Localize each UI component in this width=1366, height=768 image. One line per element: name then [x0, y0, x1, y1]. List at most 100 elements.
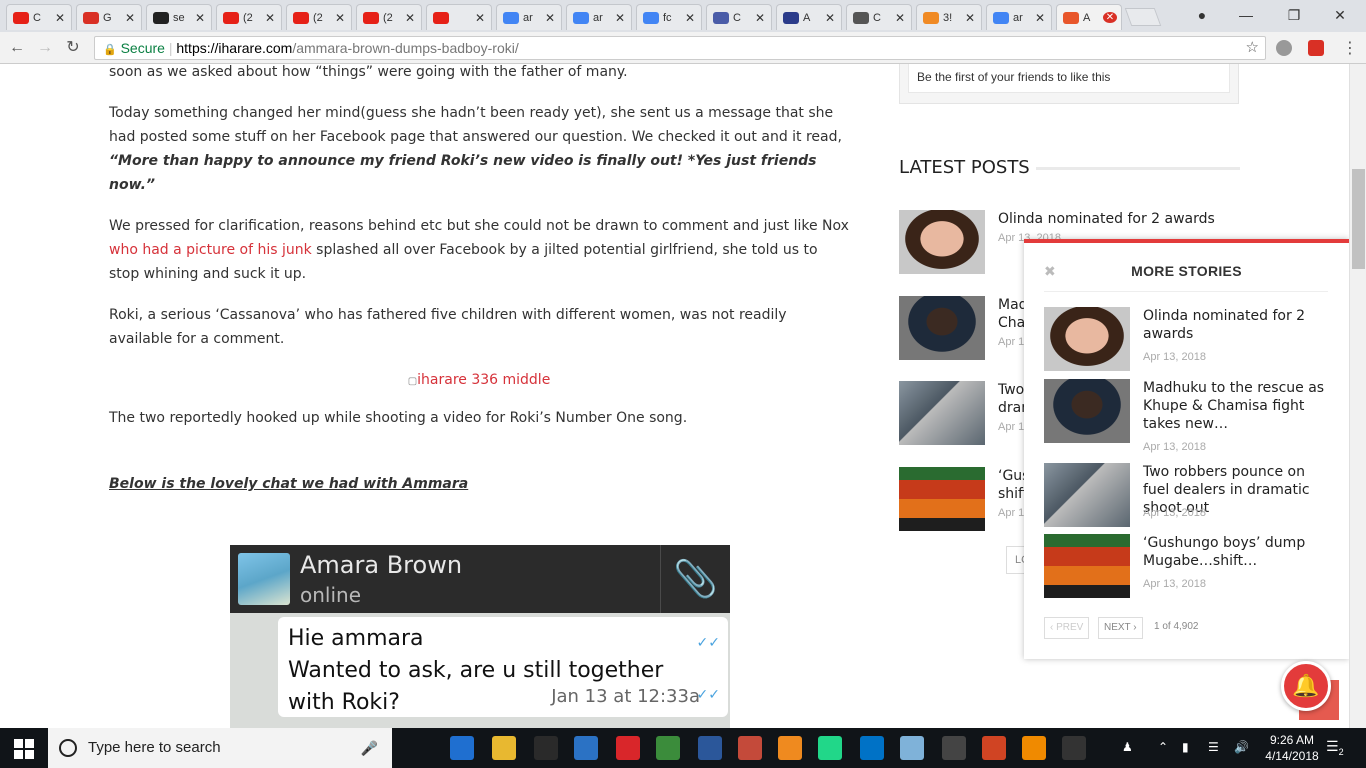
close-tab-icon[interactable]: ✕ — [1033, 11, 1047, 25]
close-tab-icon[interactable]: ✕ — [823, 11, 837, 25]
her-icon — [923, 11, 939, 24]
browser-tab[interactable]: A ✕ — [1056, 4, 1122, 30]
close-tab-icon[interactable]: ✕ — [683, 11, 697, 25]
file-explorer-icon[interactable] — [492, 736, 516, 760]
facebook-like-box: Be the first of your friends to like thi… — [899, 64, 1239, 104]
close-tab-icon[interactable]: ✕ — [193, 11, 207, 25]
story-thumbnail[interactable] — [1044, 307, 1130, 371]
mail-icon[interactable] — [534, 736, 558, 760]
chrome-icon[interactable] — [656, 736, 680, 760]
scrollbar-thumb[interactable] — [1352, 169, 1365, 269]
browser-tab[interactable]: C ✕ — [6, 4, 72, 30]
browser-toolbar: ← → ↻ 🔒 Secure | https://iharare.com/amm… — [0, 32, 1366, 64]
reload-button[interactable]: ↻ — [62, 38, 84, 58]
opera-icon[interactable] — [616, 736, 640, 760]
article-link[interactable]: who had a picture of his junk — [109, 242, 312, 258]
close-tab-icon[interactable]: ✕ — [963, 11, 977, 25]
close-tab-icon[interactable]: ✕ — [263, 11, 277, 25]
browser-tab[interactable]: 3! ✕ — [916, 4, 982, 30]
close-tab-icon[interactable]: ✕ — [613, 11, 627, 25]
story-thumbnail[interactable] — [1044, 534, 1130, 598]
post-thumbnail[interactable] — [899, 467, 985, 531]
outlook-icon[interactable] — [860, 736, 884, 760]
back-button[interactable]: ← — [6, 38, 28, 58]
task-view-icon[interactable] — [402, 736, 426, 760]
post-thumbnail[interactable] — [899, 210, 985, 274]
close-tab-icon[interactable]: ✕ — [53, 11, 67, 25]
page-scrollbar[interactable] — [1349, 64, 1366, 728]
menu-icon[interactable]: ⋮ — [1342, 38, 1358, 58]
notification-bell-icon[interactable]: 🔔 — [1281, 661, 1331, 711]
volume-icon[interactable]: 🔊 — [1234, 740, 1249, 754]
next-button[interactable]: NEXT › — [1098, 617, 1143, 639]
bookmark-star-icon[interactable]: ☆ — [1246, 37, 1259, 59]
close-tab-icon[interactable]: ✕ — [403, 11, 417, 25]
close-tab-icon[interactable]: ✕ — [1103, 12, 1117, 23]
chat-timestamp: Jan 13 at 12:33a — [551, 686, 700, 707]
post-thumbnail[interactable] — [899, 296, 985, 360]
close-tab-icon[interactable]: ✕ — [753, 11, 767, 25]
close-tab-icon[interactable]: ✕ — [123, 11, 137, 25]
browser-tab[interactable]: (2 ✕ — [286, 4, 352, 30]
story-title[interactable]: ‘Gushungo boys’ dump Mugabe…shift… — [1143, 534, 1333, 570]
extension-icon[interactable] — [1276, 40, 1292, 56]
browser-tab[interactable]: ar ✕ — [566, 4, 632, 30]
paint-icon[interactable] — [738, 736, 762, 760]
microphone-icon[interactable]: 🎤 — [361, 728, 378, 768]
close-tab-icon[interactable]: ✕ — [893, 11, 907, 25]
browser-tab[interactable]: A ✕ — [776, 4, 842, 30]
browser-tab[interactable]: C ✕ — [706, 4, 772, 30]
story-title[interactable]: Olinda nominated for 2 awards — [1143, 307, 1333, 343]
profile-icon[interactable]: ● — [1182, 4, 1222, 26]
terminal-icon[interactable] — [1062, 736, 1086, 760]
pycharm-icon[interactable] — [818, 736, 842, 760]
story-thumbnail[interactable] — [1044, 463, 1130, 527]
taskbar-search-input[interactable]: Type here to search 🎤 — [48, 728, 392, 768]
restore-button[interactable]: ❐ — [1274, 4, 1314, 26]
post-thumbnail[interactable] — [899, 381, 985, 445]
show-hidden-icons[interactable]: ⌃ — [1158, 740, 1168, 754]
forward-button[interactable]: → — [34, 38, 56, 58]
address-bar[interactable]: 🔒 Secure | https://iharare.com/ammara-br… — [94, 36, 1266, 60]
sublime-icon[interactable] — [778, 736, 802, 760]
action-center-icon[interactable]: ☰2 — [1326, 738, 1344, 757]
browser-tab[interactable]: se ✕ — [146, 4, 212, 30]
new-tab-button[interactable] — [1124, 8, 1162, 26]
ad-image-placeholder[interactable]: ▢iharare 336 middle — [109, 368, 849, 394]
post-title[interactable]: Two — [998, 381, 1024, 399]
photos-icon[interactable] — [942, 736, 966, 760]
powerpoint-icon[interactable] — [982, 736, 1006, 760]
story-thumbnail[interactable] — [1044, 379, 1130, 443]
wifi-icon[interactable]: ☰ — [1208, 740, 1219, 754]
extension-badge-icon[interactable] — [1308, 40, 1324, 56]
browser-tab[interactable]: ✕ — [426, 4, 492, 30]
browser-tab[interactable]: G ✕ — [76, 4, 142, 30]
people-icon[interactable]: ♟ — [1122, 740, 1133, 754]
close-window-button[interactable]: ✕ — [1320, 4, 1360, 26]
close-tab-icon[interactable]: ✕ — [473, 11, 487, 25]
post-title[interactable]: Cha — [998, 314, 1025, 332]
post-title[interactable]: Olinda nominated for 2 awards — [998, 210, 1215, 228]
word-icon[interactable] — [698, 736, 722, 760]
browser-tab[interactable]: fc ✕ — [636, 4, 702, 30]
edge-icon[interactable] — [450, 736, 474, 760]
browser-tab[interactable]: (2 ✕ — [356, 4, 422, 30]
browser-tab[interactable]: ar ✕ — [496, 4, 562, 30]
browser-tab[interactable]: C ✕ — [846, 4, 912, 30]
prev-button[interactable]: ‹ PREV — [1044, 617, 1090, 639]
photoshop-express-icon[interactable] — [574, 736, 598, 760]
chat-status: online — [300, 583, 362, 607]
browser-tab[interactable]: (2 ✕ — [216, 4, 282, 30]
taskbar-clock[interactable]: 9:26 AM 4/14/2018 — [1262, 732, 1322, 764]
article-body: soon as we asked about how “things” were… — [109, 64, 849, 513]
story-title[interactable]: Madhuku to the rescue as Khupe & Chamisa… — [1143, 379, 1333, 433]
minimize-button[interactable]: — — [1226, 4, 1266, 26]
battery-icon[interactable]: ▮ — [1182, 740, 1189, 754]
browser-tab[interactable]: ar ✕ — [986, 4, 1052, 30]
close-tab-icon[interactable]: ✕ — [543, 11, 557, 25]
close-tab-icon[interactable]: ✕ — [333, 11, 347, 25]
tab-title: 3! — [943, 11, 953, 24]
vlc-icon[interactable] — [1022, 736, 1046, 760]
windows-start-icon[interactable] — [14, 739, 34, 759]
notepad-icon[interactable] — [900, 736, 924, 760]
